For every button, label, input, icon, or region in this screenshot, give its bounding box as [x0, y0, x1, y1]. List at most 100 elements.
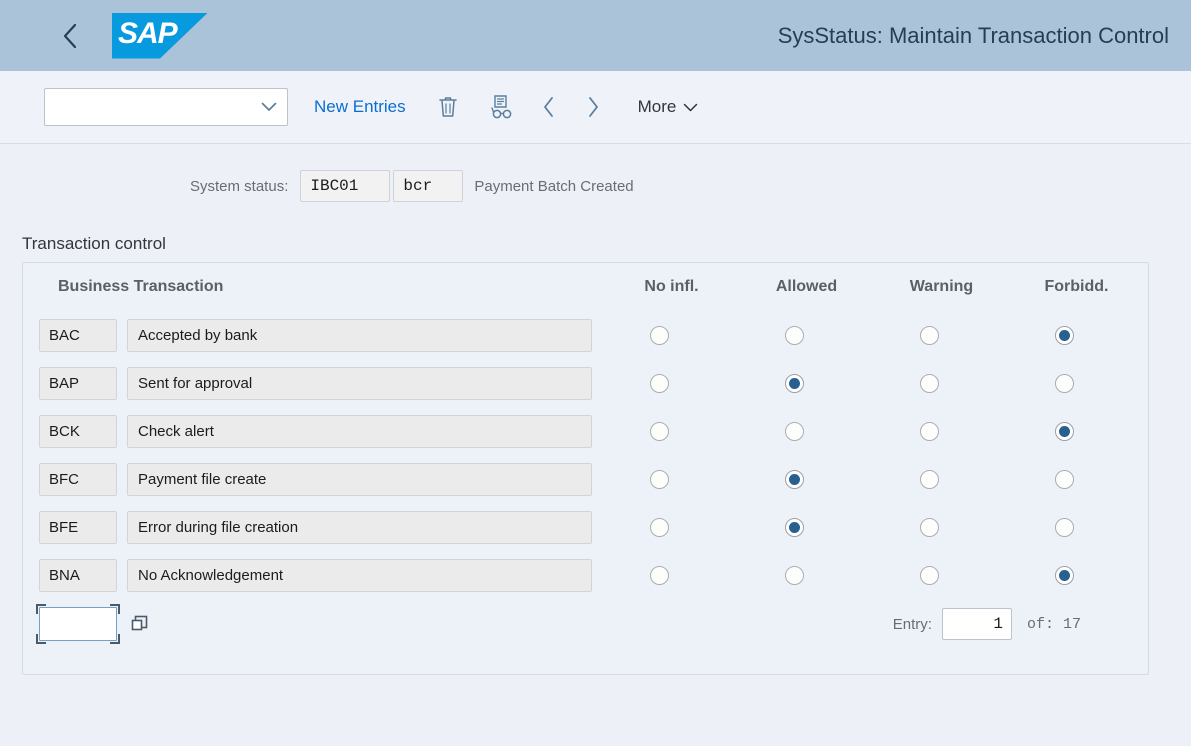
radio-cell-warning	[862, 325, 997, 345]
radio-cell-allowed	[727, 325, 862, 345]
focus-corner-bottom-left	[36, 634, 46, 644]
more-menu-button[interactable]: More	[634, 91, 703, 123]
chevron-left-icon	[63, 23, 77, 48]
radio-cell-allowed	[727, 373, 862, 393]
transaction-code-field[interactable]: BAP	[39, 366, 117, 400]
table-row: BNA No Acknowledgement	[23, 551, 1148, 599]
radio-bap-forbidden[interactable]	[1055, 373, 1074, 393]
radio-bac-forbidden[interactable]	[1055, 325, 1074, 345]
column-header-business-transaction: Business Transaction	[58, 278, 224, 295]
column-header-no-infl: No infl.	[644, 278, 699, 295]
radio-bap-warning[interactable]	[920, 373, 939, 393]
trash-icon	[438, 97, 457, 117]
radio-bck-allowed[interactable]	[785, 421, 804, 441]
radio-bfe-warning[interactable]	[920, 517, 939, 537]
table-row: BAP Sent for approval	[23, 359, 1148, 407]
more-menu-label: More	[637, 97, 677, 116]
radio-cell-forbidden	[997, 421, 1132, 441]
radio-cell-forbidden	[997, 373, 1132, 393]
transaction-code-field[interactable]: BFE	[39, 510, 117, 544]
radio-bna-warning[interactable]	[920, 565, 939, 585]
radio-cell-no-infl	[592, 469, 727, 489]
transaction-description-field[interactable]: No Acknowledgement	[127, 558, 592, 592]
radio-bfc-warning[interactable]	[920, 469, 939, 489]
transaction-description-field[interactable]: Payment file create	[127, 462, 592, 496]
radio-bna-forbidden[interactable]	[1055, 565, 1074, 585]
radio-bck-no-infl[interactable]	[650, 421, 669, 441]
chevron-right-icon	[588, 97, 598, 117]
system-status-row: System status: IBC01 bcr Payment Batch C…	[0, 164, 1191, 208]
table-footer-row: Entry: 1 of: 17	[23, 599, 1148, 649]
radio-bfc-allowed[interactable]	[785, 469, 804, 489]
radio-bac-warning[interactable]	[920, 325, 939, 345]
previous-entry-button[interactable]	[532, 87, 566, 127]
system-status-label: System status:	[190, 177, 289, 195]
table-body: BAC Accepted by bank BAP Sent for approval B…	[23, 311, 1148, 599]
page-title: SysStatus: Maintain Transaction Control	[777, 22, 1169, 48]
radio-bfc-no-infl[interactable]	[650, 469, 669, 489]
radio-cell-warning	[862, 469, 997, 489]
radio-bfc-forbidden[interactable]	[1055, 469, 1074, 489]
sap-logo: SAP	[112, 12, 208, 59]
radio-cell-allowed	[727, 469, 862, 489]
variant-select[interactable]	[44, 88, 288, 126]
radio-bap-allowed[interactable]	[785, 373, 804, 393]
toolbar: New Entries More	[0, 71, 1191, 144]
radio-cell-forbidden	[997, 325, 1132, 345]
transaction-control-panel: Business Transaction No infl. Allowed Wa…	[22, 262, 1149, 675]
section-title: Transaction control	[22, 234, 166, 253]
radio-cell-warning	[862, 517, 997, 537]
radio-bac-no-infl[interactable]	[650, 325, 669, 345]
transaction-description-field[interactable]: Accepted by bank	[127, 318, 592, 352]
column-header-forbidden: Forbidd.	[1044, 278, 1109, 295]
focus-corner-top-right	[110, 604, 120, 614]
back-button[interactable]	[48, 14, 92, 58]
transaction-description-field[interactable]: Error during file creation	[127, 510, 592, 544]
transaction-description-field[interactable]: Sent for approval	[127, 366, 592, 400]
radio-cell-no-infl	[592, 517, 727, 537]
radio-bfe-no-infl[interactable]	[650, 517, 669, 537]
transaction-code-field[interactable]: BCK	[39, 414, 117, 448]
transaction-description-field[interactable]: Check alert	[127, 414, 592, 448]
shell-header: SAP SysStatus: Maintain Transaction Cont…	[0, 0, 1191, 71]
radio-bna-no-infl[interactable]	[650, 565, 669, 585]
radio-cell-forbidden	[997, 517, 1132, 537]
radio-cell-warning	[862, 565, 997, 585]
next-entry-button[interactable]	[576, 87, 610, 127]
chevron-left-icon	[543, 97, 553, 117]
chevron-down-icon	[684, 103, 698, 111]
display-details-button[interactable]	[482, 87, 522, 127]
radio-cell-forbidden	[997, 469, 1132, 489]
radio-cell-forbidden	[997, 565, 1132, 585]
entry-counter: Entry: 1 of: 17	[893, 608, 1148, 640]
radio-bck-forbidden[interactable]	[1055, 421, 1074, 441]
transaction-code-field[interactable]: BNA	[39, 558, 117, 592]
radio-cell-no-infl	[592, 325, 727, 345]
system-status-description: Payment Batch Created	[474, 177, 634, 195]
column-header-allowed: Allowed	[775, 278, 838, 295]
transaction-code-field[interactable]: BAC	[39, 318, 117, 352]
radio-bfe-forbidden[interactable]	[1055, 517, 1074, 537]
new-entries-button[interactable]: New Entries	[306, 91, 414, 123]
table-header-row: Business Transaction No infl. Allowed Wa…	[23, 263, 1148, 311]
new-entry-input-wrapper	[36, 604, 120, 644]
value-help-button[interactable]	[123, 607, 157, 641]
transaction-code-field[interactable]: BFC	[39, 462, 117, 496]
radio-bac-allowed[interactable]	[785, 325, 804, 345]
radio-bck-warning[interactable]	[920, 421, 939, 441]
radio-cell-no-infl	[592, 373, 727, 393]
entry-total-label: of: 17	[1026, 615, 1081, 633]
radio-bfe-allowed[interactable]	[785, 517, 804, 537]
column-header-warning: Warning	[909, 278, 974, 295]
radio-cell-allowed	[727, 421, 862, 441]
new-entry-input[interactable]	[39, 607, 117, 641]
radio-cell-warning	[862, 421, 997, 441]
sap-logo-text: SAP	[118, 16, 178, 50]
entry-number-input[interactable]: 1	[941, 608, 1012, 640]
content-area: System status: IBC01 bcr Payment Batch C…	[0, 164, 1191, 675]
radio-bap-no-infl[interactable]	[650, 373, 669, 393]
copy-icon	[131, 615, 148, 631]
table-row: BAC Accepted by bank	[23, 311, 1148, 359]
radio-bna-allowed[interactable]	[785, 565, 804, 585]
delete-button[interactable]	[428, 87, 468, 127]
